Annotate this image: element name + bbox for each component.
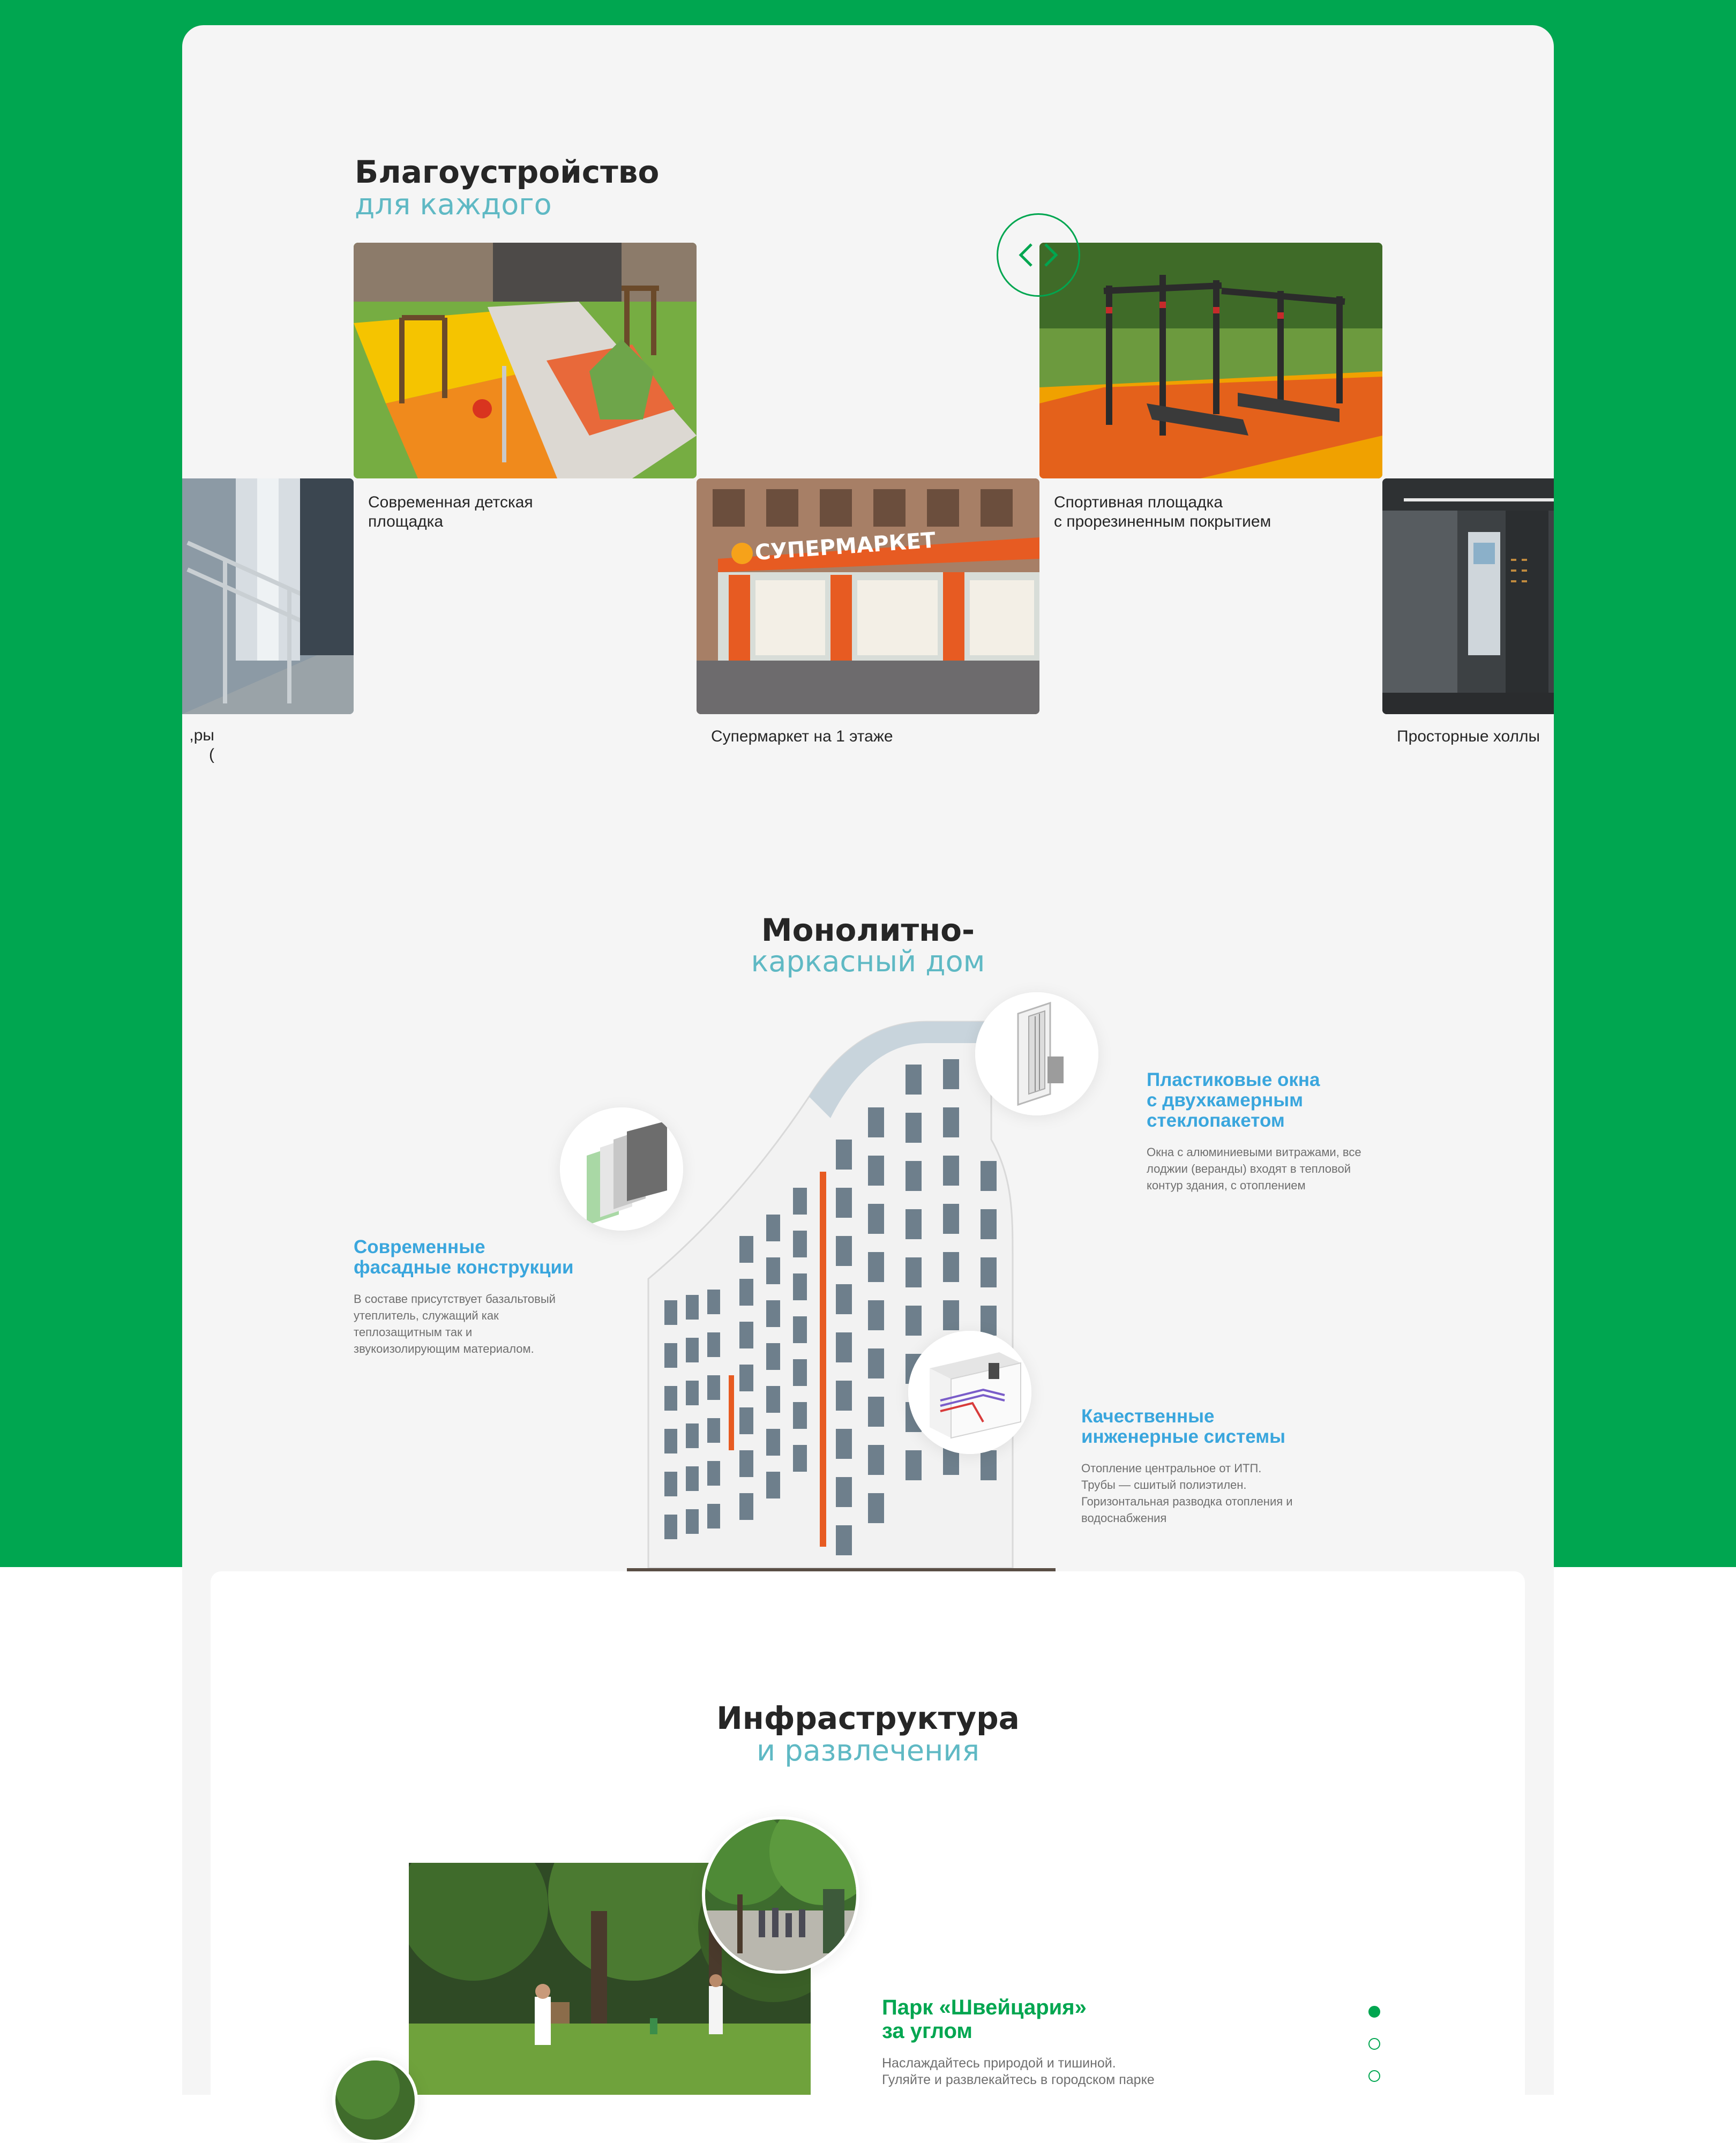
card-image-supermarket[interactable]: СУПЕРМАРКЕТ bbox=[697, 478, 1039, 714]
park-circle-image bbox=[702, 1816, 859, 1974]
infrastructure-subtitle: и развлечения bbox=[757, 1734, 979, 1767]
monolith-title: Монолитно- bbox=[761, 912, 975, 948]
card-caption-playground: Современная детская площадка bbox=[368, 493, 533, 530]
landscaping-subtitle: для каждого bbox=[355, 188, 552, 221]
landscaping-title: Благоустройство bbox=[355, 154, 660, 190]
card-image-playground[interactable] bbox=[354, 243, 697, 478]
card-caption-sports: Спортивная площадка с прорезиненным покр… bbox=[1054, 493, 1271, 530]
infrastructure-title: Инфраструктура bbox=[716, 1700, 1020, 1736]
card-caption-hall: Просторные холлы bbox=[1397, 728, 1540, 745]
park-small-circle-image bbox=[332, 2057, 418, 2143]
feature-windows-text: Окна с алюминиевыми витражами, все лоджи… bbox=[1147, 1145, 1361, 1192]
pagination-dot-3[interactable] bbox=[1368, 2070, 1380, 2082]
infrastructure-panel bbox=[211, 1571, 1525, 2095]
feature-facade-text: В составе присутствует базальтовый утепл… bbox=[354, 1292, 556, 1355]
monolith-subtitle: каркасный дом bbox=[751, 945, 985, 978]
feature-engineering-text: Отопление центральное от ИТП. Трубы — сш… bbox=[1081, 1462, 1293, 1525]
feature-engineering-title: Качественные инженерные системы bbox=[1081, 1406, 1286, 1447]
park-text: Наслаждайтесь природой и тишиной. Гуляйт… bbox=[882, 2056, 1155, 2087]
chevron-left-right-icon bbox=[1019, 243, 1058, 267]
card-image-sports[interactable] bbox=[1039, 243, 1382, 478]
engineering-systems-image bbox=[908, 1331, 1031, 1454]
window-profile-image bbox=[975, 992, 1098, 1115]
card-caption-ramp: ры, ) bbox=[189, 726, 214, 763]
feature-facade-title: Современные фасадные конструкции bbox=[354, 1237, 574, 1278]
card-image-hall[interactable] bbox=[1382, 478, 1554, 714]
carousel-nav-button[interactable] bbox=[997, 213, 1080, 297]
card-caption-supermarket: Супермаркет на 1 этаже bbox=[711, 728, 893, 745]
facade-layers-image bbox=[560, 1107, 683, 1231]
feature-windows-title: Пластиковые окна с двухкамерным стеклопа… bbox=[1147, 1069, 1320, 1131]
pagination-dot-2[interactable] bbox=[1368, 2038, 1380, 2050]
park-title: Парк «Швейцария» за углом bbox=[882, 1996, 1087, 2043]
card-image-ramp bbox=[182, 478, 354, 714]
pagination-dot-1[interactable] bbox=[1368, 2006, 1380, 2018]
